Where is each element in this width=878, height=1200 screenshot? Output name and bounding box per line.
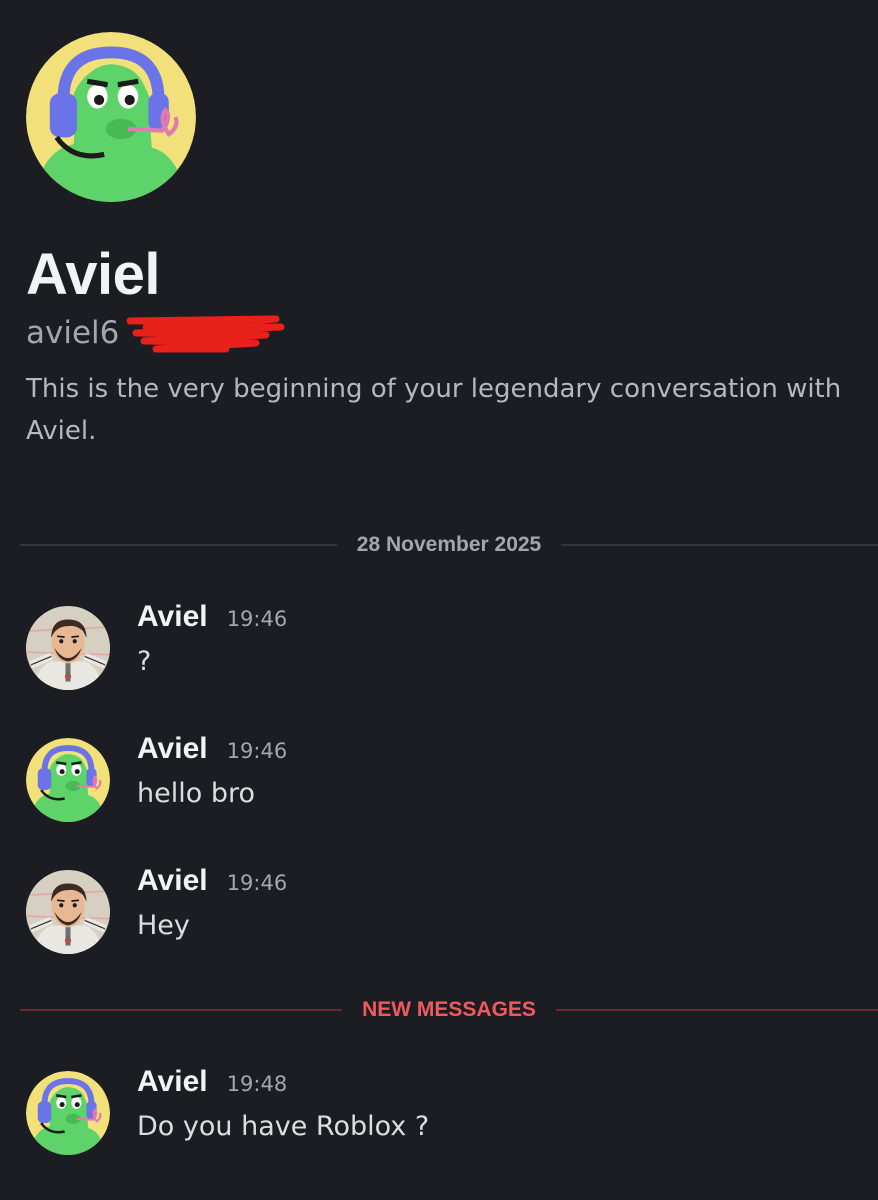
- profile-avatar[interactable]: [26, 32, 196, 202]
- message-text: ?: [137, 646, 152, 677]
- message-header: Aviel 19:48: [137, 1065, 287, 1099]
- message-header: Aviel 19:46: [137, 600, 287, 634]
- date-divider-label: 28 November 2025: [356, 533, 542, 556]
- message-item[interactable]: Aviel 19:48 Do you have Roblox ?: [26, 1065, 856, 1161]
- divider-line-left: [20, 544, 337, 546]
- divider-line-left: [20, 1009, 343, 1011]
- author-avatar[interactable]: [26, 606, 110, 690]
- message-timestamp: 19:46: [226, 607, 288, 631]
- profile-display-name: Aviel: [26, 242, 160, 307]
- message-text: hello bro: [137, 778, 255, 809]
- message-item[interactable]: Aviel 19:46 Hey: [26, 864, 856, 960]
- author-avatar[interactable]: [26, 738, 110, 822]
- new-messages-label: NEW MESSAGES: [362, 998, 536, 1021]
- author-name[interactable]: Aviel: [137, 600, 208, 633]
- author-name[interactable]: Aviel: [137, 864, 208, 897]
- date-divider: 28 November 2025: [20, 533, 878, 556]
- divider-line-right: [555, 1009, 878, 1011]
- profile-header: Aviel aviel6 This is the very beginning …: [26, 32, 856, 452]
- message-timestamp: 19:46: [226, 871, 288, 895]
- conversation-intro: This is the very beginning of your legen…: [26, 374, 842, 446]
- message-timestamp: 19:46: [226, 739, 288, 763]
- username-row: aviel6: [26, 308, 426, 358]
- author-avatar[interactable]: [26, 1071, 110, 1155]
- author-name[interactable]: Aviel: [137, 1065, 208, 1098]
- message-header: Aviel 19:46: [137, 732, 287, 766]
- message-text: Do you have Roblox ?: [137, 1111, 430, 1142]
- divider-line-right: [561, 544, 878, 546]
- message-item[interactable]: Aviel 19:46 hello bro: [26, 732, 856, 828]
- author-name[interactable]: Aviel: [137, 732, 208, 765]
- message-item[interactable]: Aviel 19:46 ?: [26, 600, 856, 696]
- new-messages-divider: NEW MESSAGES: [20, 998, 878, 1021]
- message-header: Aviel 19:46: [137, 864, 287, 898]
- profile-username: aviel6: [26, 315, 120, 351]
- message-timestamp: 19:48: [226, 1072, 288, 1096]
- message-text: Hey: [137, 910, 190, 941]
- redaction-scribble: [126, 315, 285, 353]
- author-avatar[interactable]: [26, 870, 110, 954]
